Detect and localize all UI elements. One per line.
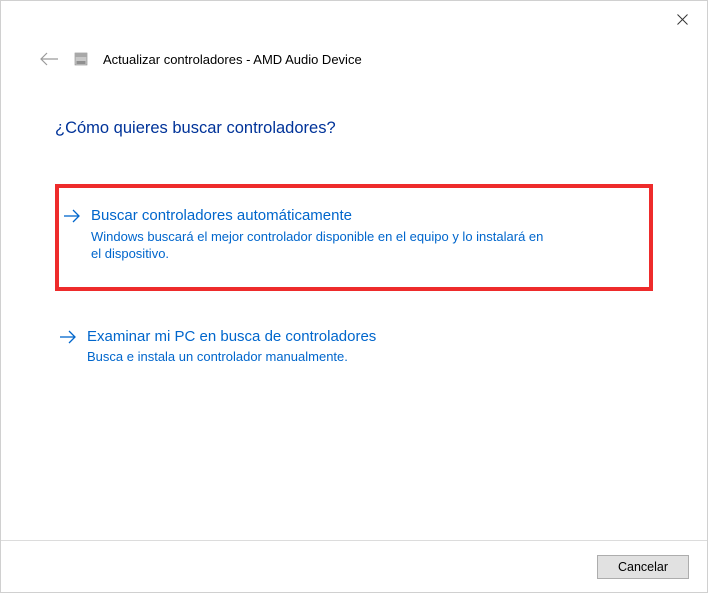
back-arrow-icon [39,51,59,67]
arrow-right-icon [59,329,77,345]
content-area: ¿Cómo quieres buscar controladores? Busc… [1,67,707,380]
device-icon [73,51,89,67]
back-button[interactable] [39,51,59,67]
option-manual-description: Busca e instala un controlador manualmen… [87,348,376,366]
option-auto-description: Windows buscará el mejor controlador dis… [91,228,551,263]
option-auto-search[interactable]: Buscar controladores automáticamente Win… [55,184,653,291]
close-icon [677,14,688,25]
dialog-title: Actualizar controladores - AMD Audio Dev… [103,52,362,67]
header-row: Actualizar controladores - AMD Audio Dev… [1,37,707,67]
question-heading: ¿Cómo quieres buscar controladores? [55,119,653,138]
close-button[interactable] [667,7,697,31]
cancel-button[interactable]: Cancelar [597,555,689,579]
cancel-button-label: Cancelar [618,560,668,574]
arrow-right-icon [63,208,81,224]
option-manual-search[interactable]: Examinar mi PC en busca de controladores… [55,315,653,380]
option-manual-text: Examinar mi PC en busca de controladores… [87,327,376,366]
option-auto-title: Buscar controladores automáticamente [91,206,551,226]
titlebar [1,1,707,37]
footer: Cancelar [1,540,707,592]
option-manual-title: Examinar mi PC en busca de controladores [87,327,376,347]
option-auto-text: Buscar controladores automáticamente Win… [91,206,551,263]
